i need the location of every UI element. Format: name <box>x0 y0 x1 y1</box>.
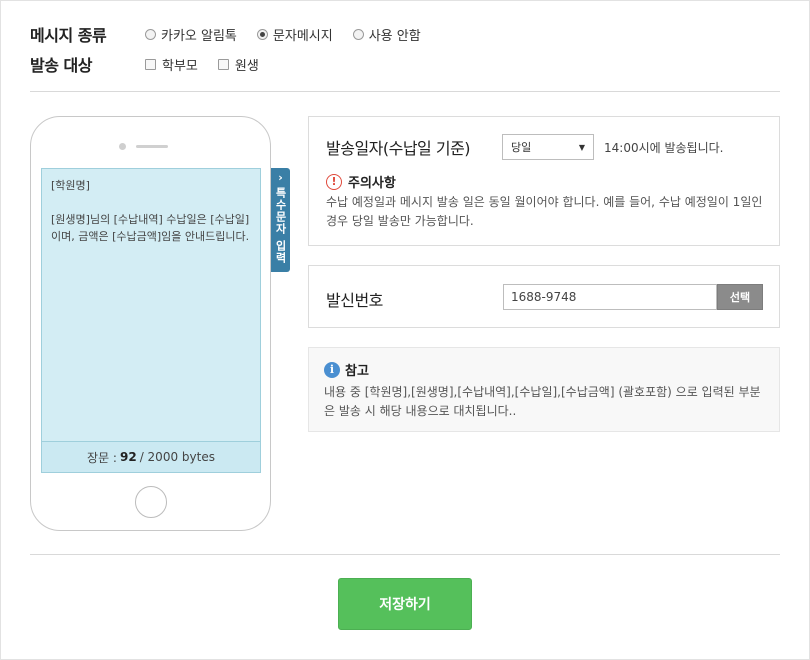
reference-panel: i 참고 내용 중 [학원명],[원생명],[수납내역],[수납일],[수납금액… <box>308 347 780 432</box>
special-chars-tab[interactable]: › 특수문자 입력 <box>271 168 290 272</box>
reference-heading: i 참고 <box>324 360 369 379</box>
message-type-label: 메시지 종류 <box>30 26 107 45</box>
radio-kakao-label: 카카오 알림톡 <box>161 28 237 44</box>
checkbox-student-box[interactable] <box>217 58 229 70</box>
radio-sms[interactable]: 문자메시지 <box>256 25 333 44</box>
radio-none[interactable]: 사용 안함 <box>352 25 421 44</box>
info-icon: i <box>324 361 340 378</box>
message-type-row: 메시지 종류 카카오 알림톡 문자메시지 사용 안함 <box>30 22 441 46</box>
sender-number-input[interactable]: 1688-9748 <box>503 284 717 310</box>
counter-prefix: 장문 : <box>87 450 117 465</box>
radio-kakao-circle[interactable] <box>145 28 156 40</box>
warning-title: 주의사항 <box>348 176 396 191</box>
send-date-title: 발송일자(수납일 기준) <box>326 139 471 158</box>
special-chars-label: 특수문자 입력 <box>274 187 287 264</box>
warning-text: 수납 예정일과 메시지 발송 일은 동일 월이어야 합니다. 예를 들어, 수납… <box>326 195 763 228</box>
radio-sms-label: 문자메시지 <box>272 28 333 44</box>
byte-counter: 장문 : 92 / 2000 bytes <box>42 441 260 472</box>
checkbox-parent-box[interactable] <box>145 58 156 70</box>
send-target-row: 발송 대상 학부모 원생 <box>30 52 279 76</box>
sender-number-panel: 발신번호 1688-9748 선택 <box>308 265 780 328</box>
message-editor[interactable]: [학원명] [원생명]님의 [수납내역] 수납일은 [수납일]이며, 금액은 [… <box>41 168 261 473</box>
reference-title: 참고 <box>345 364 369 379</box>
send-date-select[interactable]: 당일 ▼ <box>502 134 594 160</box>
message-text[interactable]: [학원명] [원생명]님의 [수납내역] 수납일은 [수납일]이며, 금액은 [… <box>42 169 260 253</box>
phone-camera <box>119 143 126 150</box>
radio-kakao[interactable]: 카카오 알림톡 <box>145 25 237 44</box>
counter-suffix: / 2000 bytes <box>139 450 215 464</box>
sender-number-title: 발신번호 <box>326 291 383 310</box>
send-date-panel: 발송일자(수납일 기준) 당일 ▼ 14:00시에 발송됩니다. ! 주의사항 … <box>308 116 780 246</box>
warning-heading: ! 주의사항 <box>326 172 396 191</box>
send-target-label: 발송 대상 <box>30 56 92 75</box>
save-button[interactable]: 저장하기 <box>338 578 472 630</box>
warning-icon: ! <box>326 173 342 190</box>
radio-sms-circle[interactable] <box>256 28 268 40</box>
checkbox-student[interactable]: 원생 <box>217 55 259 74</box>
reference-text: 내용 중 [학원명],[원생명],[수납내역],[수납일],[수납금액] (괄호… <box>324 385 761 418</box>
checkbox-parent-label: 학부모 <box>162 58 198 74</box>
divider-top <box>30 91 780 92</box>
radio-none-label: 사용 안함 <box>368 28 421 44</box>
phone-speaker <box>136 145 168 148</box>
checkbox-student-label: 원생 <box>234 58 259 74</box>
select-number-button[interactable]: 선택 <box>717 284 763 310</box>
caret-down-icon: ▼ <box>578 142 585 152</box>
send-date-selected: 당일 <box>511 141 532 154</box>
counter-value: 92 <box>119 450 137 464</box>
radio-none-circle[interactable] <box>352 28 364 40</box>
phone-preview: [학원명] [원생명]님의 [수납내역] 수납일은 [수납일]이며, 금액은 [… <box>30 116 271 531</box>
phone-home-button <box>135 486 167 518</box>
send-time-note: 14:00시에 발송됩니다. <box>604 140 724 155</box>
checkbox-parent[interactable]: 학부모 <box>145 55 198 74</box>
chevron-right-icon: › <box>278 171 283 184</box>
divider-bottom <box>30 554 780 555</box>
